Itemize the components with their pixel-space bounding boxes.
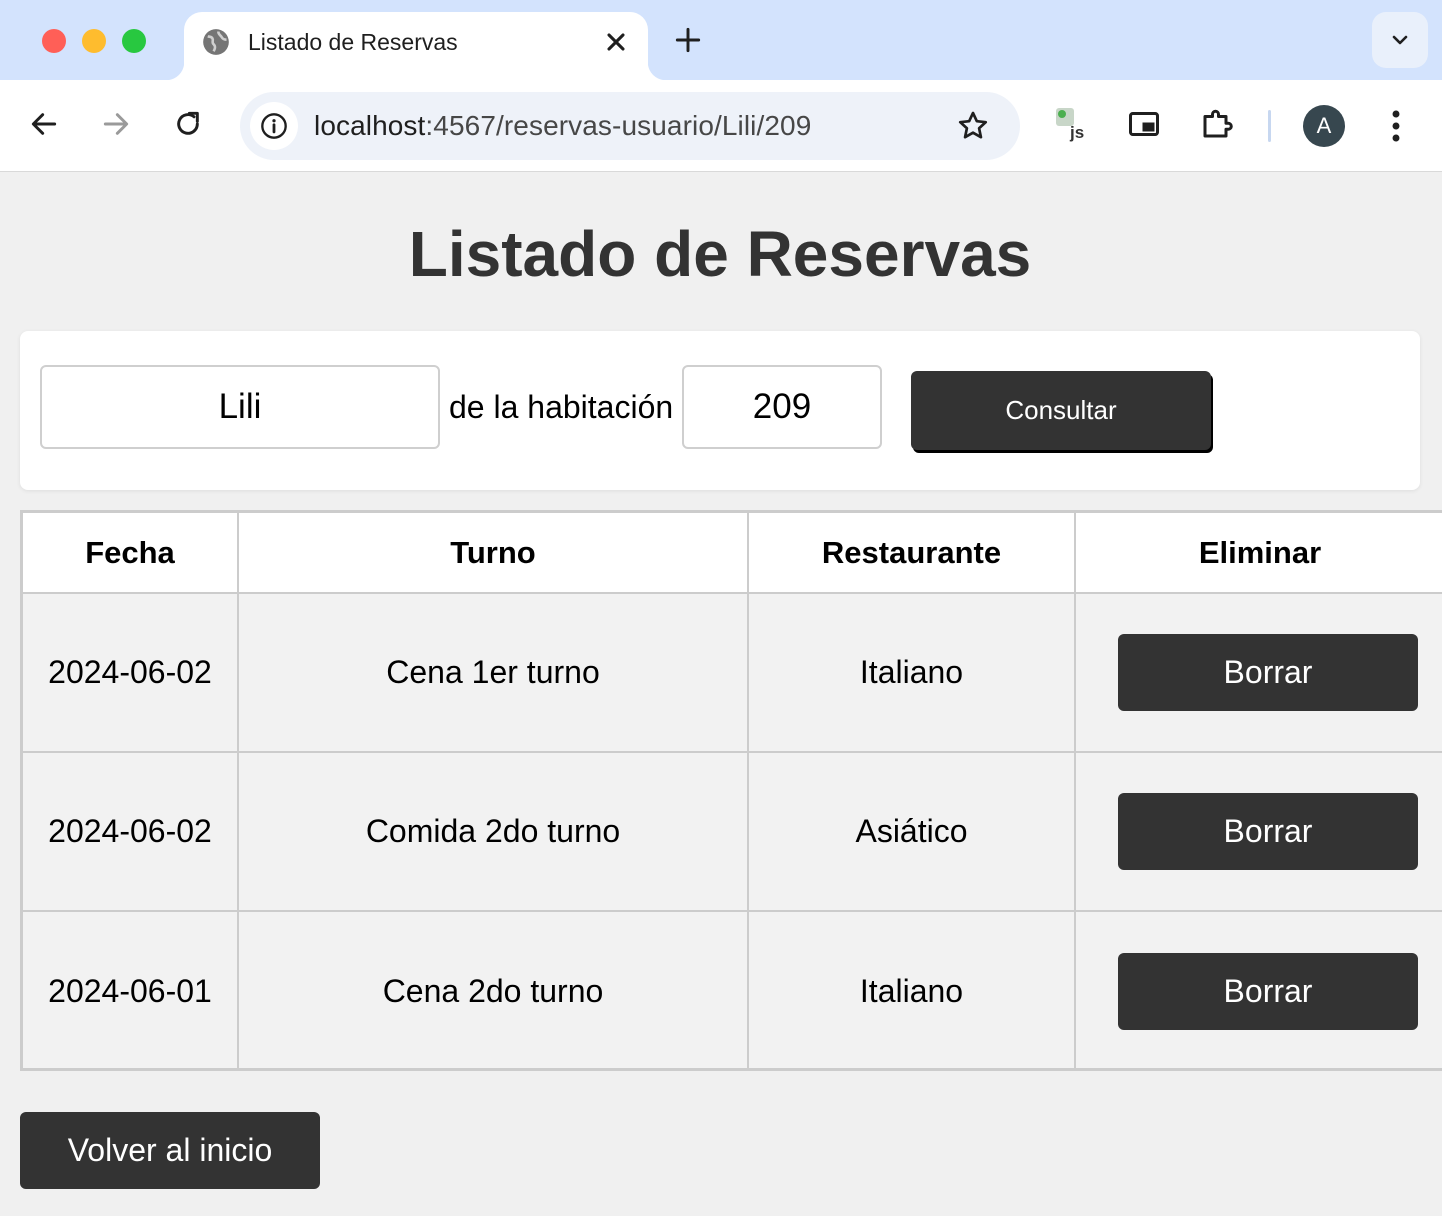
svg-text:js: js (1069, 123, 1084, 142)
cell-restaurante: Italiano (747, 592, 1076, 753)
header-fecha: Fecha (23, 513, 239, 594)
star-icon[interactable] (956, 109, 990, 143)
tab-title: Listado de Reservas (248, 29, 458, 55)
reload-icon[interactable] (172, 108, 204, 140)
delete-button[interactable]: Borrar (1118, 952, 1418, 1030)
tab-strip: Listado de Reservas (0, 0, 1442, 80)
globe-icon (203, 29, 229, 55)
more-vert-icon[interactable] (1380, 106, 1412, 146)
cell-restaurante: Asiático (747, 751, 1076, 912)
picture-in-picture-icon[interactable] (1126, 106, 1162, 142)
room-label: de la habitación (449, 389, 674, 425)
url-host: localhost (314, 110, 426, 141)
minimize-window-button[interactable] (82, 29, 106, 53)
maximize-window-button[interactable] (122, 29, 146, 53)
toolbar-divider (1268, 110, 1271, 142)
browser-tab[interactable]: Listado de Reservas (166, 12, 666, 80)
delete-button[interactable]: Borrar (1118, 793, 1418, 870)
info-icon (261, 113, 287, 139)
address-bar[interactable]: localhost:4567/reservas-usuario/Lili/209 (240, 92, 1020, 160)
cell-eliminar: Borrar (1074, 592, 1442, 753)
close-icon[interactable] (602, 28, 630, 56)
page-title: Listado de Reservas (408, 218, 1032, 290)
consult-button[interactable]: Consultar (911, 371, 1211, 450)
tab-search-button[interactable] (1372, 12, 1428, 68)
cell-fecha: 2024-06-02 (23, 751, 239, 912)
cell-turno: Cena 2do turno (237, 910, 749, 1068)
js-extension-icon[interactable]: js (1054, 106, 1090, 142)
delete-button[interactable]: Borrar (1118, 634, 1418, 711)
cell-fecha: 2024-06-02 (23, 592, 239, 753)
cell-restaurante: Italiano (747, 910, 1076, 1068)
table-row: 2024-06-02 Comida 2do turno Asiático Bor… (23, 751, 1442, 912)
cell-eliminar: Borrar (1074, 910, 1442, 1068)
chevron-down-icon (1392, 35, 1408, 45)
close-window-button[interactable] (42, 29, 66, 53)
site-info-button[interactable] (250, 102, 298, 150)
url-text: localhost:4567/reservas-usuario/Lili/209 (314, 108, 811, 144)
table-row: 2024-06-02 Cena 1er turno Italiano Borra… (23, 592, 1442, 753)
back-home-button[interactable]: Volver al inicio (20, 1112, 320, 1189)
user-name-input[interactable] (40, 365, 440, 449)
cell-turno: Comida 2do turno (237, 751, 749, 912)
profile-avatar[interactable]: A (1303, 105, 1345, 147)
forward-arrow-icon[interactable] (100, 108, 132, 140)
cell-eliminar: Borrar (1074, 751, 1442, 912)
plus-icon[interactable] (672, 24, 704, 56)
room-number-input[interactable] (682, 365, 882, 449)
reservations-table: Fecha Turno Restaurante Eliminar 2024-06… (20, 510, 1442, 1071)
cell-turno: Cena 1er turno (237, 592, 749, 753)
table-header-row: Fecha Turno Restaurante Eliminar (23, 513, 1442, 594)
back-arrow-icon[interactable] (28, 108, 60, 140)
url-path: :4567/reservas-usuario/Lili/209 (425, 110, 812, 141)
header-turno: Turno (237, 513, 749, 594)
cell-fecha: 2024-06-01 (23, 910, 239, 1068)
header-restaurante: Restaurante (747, 513, 1076, 594)
query-form: de la habitación Consultar (20, 331, 1420, 490)
puzzle-icon[interactable] (1199, 106, 1235, 142)
table-row: 2024-06-01 Cena 2do turno Italiano Borra… (23, 910, 1442, 1068)
header-eliminar: Eliminar (1074, 513, 1442, 594)
